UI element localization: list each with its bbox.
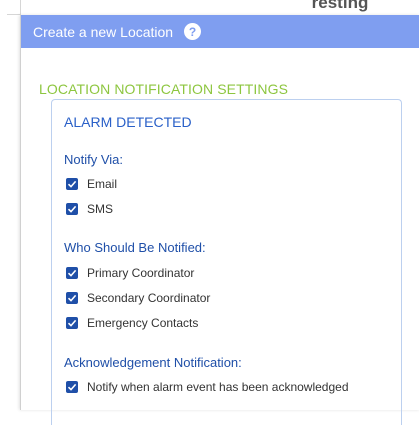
modal-header: Create a new Location ? [21, 15, 419, 48]
primary-coordinator-checkbox[interactable]: Primary Coordinator [66, 266, 194, 280]
emergency-contacts-checkbox[interactable]: Emergency Contacts [66, 316, 198, 330]
secondary-coordinator-checkbox[interactable]: Secondary Coordinator [66, 291, 210, 305]
email-checkbox[interactable]: Email [66, 177, 117, 191]
modal-title: Create a new Location [33, 23, 174, 40]
who-notified-label: Who Should Be Notified: [64, 240, 206, 255]
notify-via-label: Notify Via: [64, 152, 124, 167]
background-peek-text: resting [311, 0, 369, 12]
alarm-detected-panel: ALARM DETECTED Notify Via: Email SMS Who… [51, 99, 402, 425]
acknowledged-notify-label: Notify when alarm event has been acknowl… [87, 380, 349, 394]
create-location-modal: Create a new Location ? LOCATION NOTIFIC… [20, 15, 419, 425]
sms-checkbox[interactable]: SMS [66, 202, 113, 216]
checkbox-checked-icon[interactable] [66, 317, 78, 329]
section-title: LOCATION NOTIFICATION SETTINGS [39, 81, 289, 97]
primary-coordinator-label: Primary Coordinator [87, 266, 195, 280]
checkbox-checked-icon[interactable] [66, 178, 78, 190]
background-page [0, 0, 20, 410]
help-icon[interactable]: ? [184, 23, 202, 40]
panel-title: ALARM DETECTED [64, 114, 192, 130]
checkbox-checked-icon[interactable] [66, 292, 78, 304]
email-option-label: Email [87, 177, 118, 191]
secondary-coordinator-label: Secondary Coordinator [87, 291, 211, 305]
emergency-contacts-label: Emergency Contacts [87, 316, 199, 330]
checkbox-checked-icon[interactable] [66, 267, 78, 279]
acknowledgement-label: Acknowledgement Notification: [64, 355, 242, 370]
checkbox-checked-icon[interactable] [66, 381, 78, 393]
sms-option-label: SMS [87, 202, 114, 216]
checkbox-checked-icon[interactable] [66, 203, 78, 215]
background-table-edge [7, 0, 21, 15]
acknowledged-notify-checkbox[interactable]: Notify when alarm event has been acknowl… [66, 380, 349, 394]
